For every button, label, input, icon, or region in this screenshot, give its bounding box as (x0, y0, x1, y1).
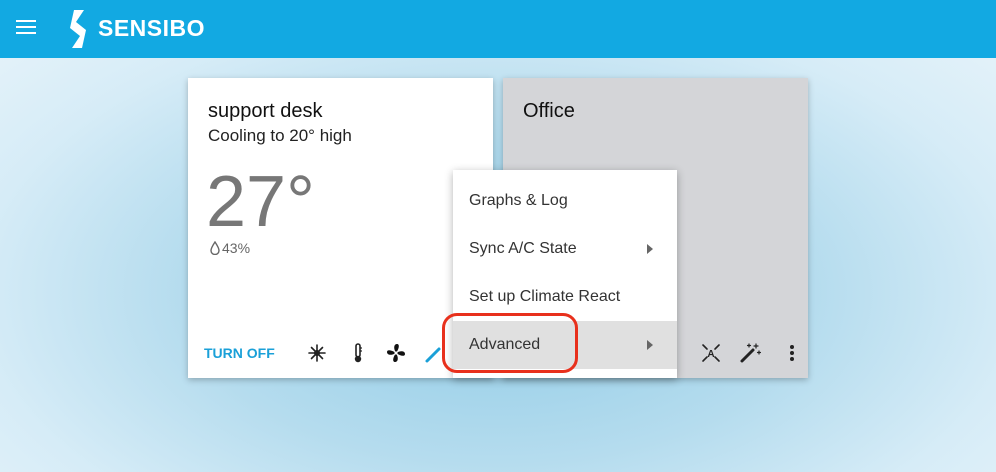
device-name: Office (523, 100, 575, 122)
humidity-value: 43% (222, 240, 251, 256)
more-vert-icon[interactable] (781, 342, 803, 364)
magic-wand-icon[interactable] (424, 342, 446, 364)
menu-item-label: Graphs & Log (469, 192, 568, 209)
menu-item-sync-ac-state[interactable]: Sync A/C State (453, 225, 677, 273)
device-status: Cooling to 20° high (208, 126, 352, 145)
thermometer-icon[interactable] (347, 342, 369, 364)
context-menu: Graphs & Log Sync A/C State Set up Clima… (453, 170, 677, 378)
fan-icon[interactable] (385, 342, 407, 364)
room-temperature: 27° (206, 162, 315, 242)
menu-item-graphs-log[interactable]: Graphs & Log (453, 177, 677, 225)
submenu-arrow-icon (647, 244, 653, 254)
menu-item-label: Set up Climate React (469, 288, 621, 305)
menu-item-set-up-climate-react[interactable]: Set up Climate React (453, 273, 677, 321)
menu-item-label: Advanced (469, 336, 541, 353)
menu-icon[interactable] (16, 20, 36, 36)
turn-off-button[interactable]: TURN OFF (204, 345, 275, 361)
brand-name[interactable]: SENSIBO (98, 15, 205, 42)
device-name: support desk (208, 100, 323, 122)
svg-text:A: A (707, 349, 714, 360)
cool-mode-icon[interactable] (306, 342, 328, 364)
submenu-arrow-icon (647, 340, 653, 350)
menu-item-label: Sync A/C State (469, 240, 577, 257)
magic-wand-icon[interactable] (739, 342, 761, 364)
top-bar: SENSIBO (0, 0, 996, 58)
droplet-icon (210, 241, 220, 255)
sensibo-logo-icon[interactable] (64, 8, 94, 50)
humidity-readout: 43% (210, 240, 250, 256)
menu-item-advanced[interactable]: Advanced (453, 321, 677, 369)
auto-mode-icon[interactable]: A (700, 342, 722, 364)
device-card-support-desk[interactable]: support desk Cooling to 20° high 27° 43%… (188, 78, 493, 378)
